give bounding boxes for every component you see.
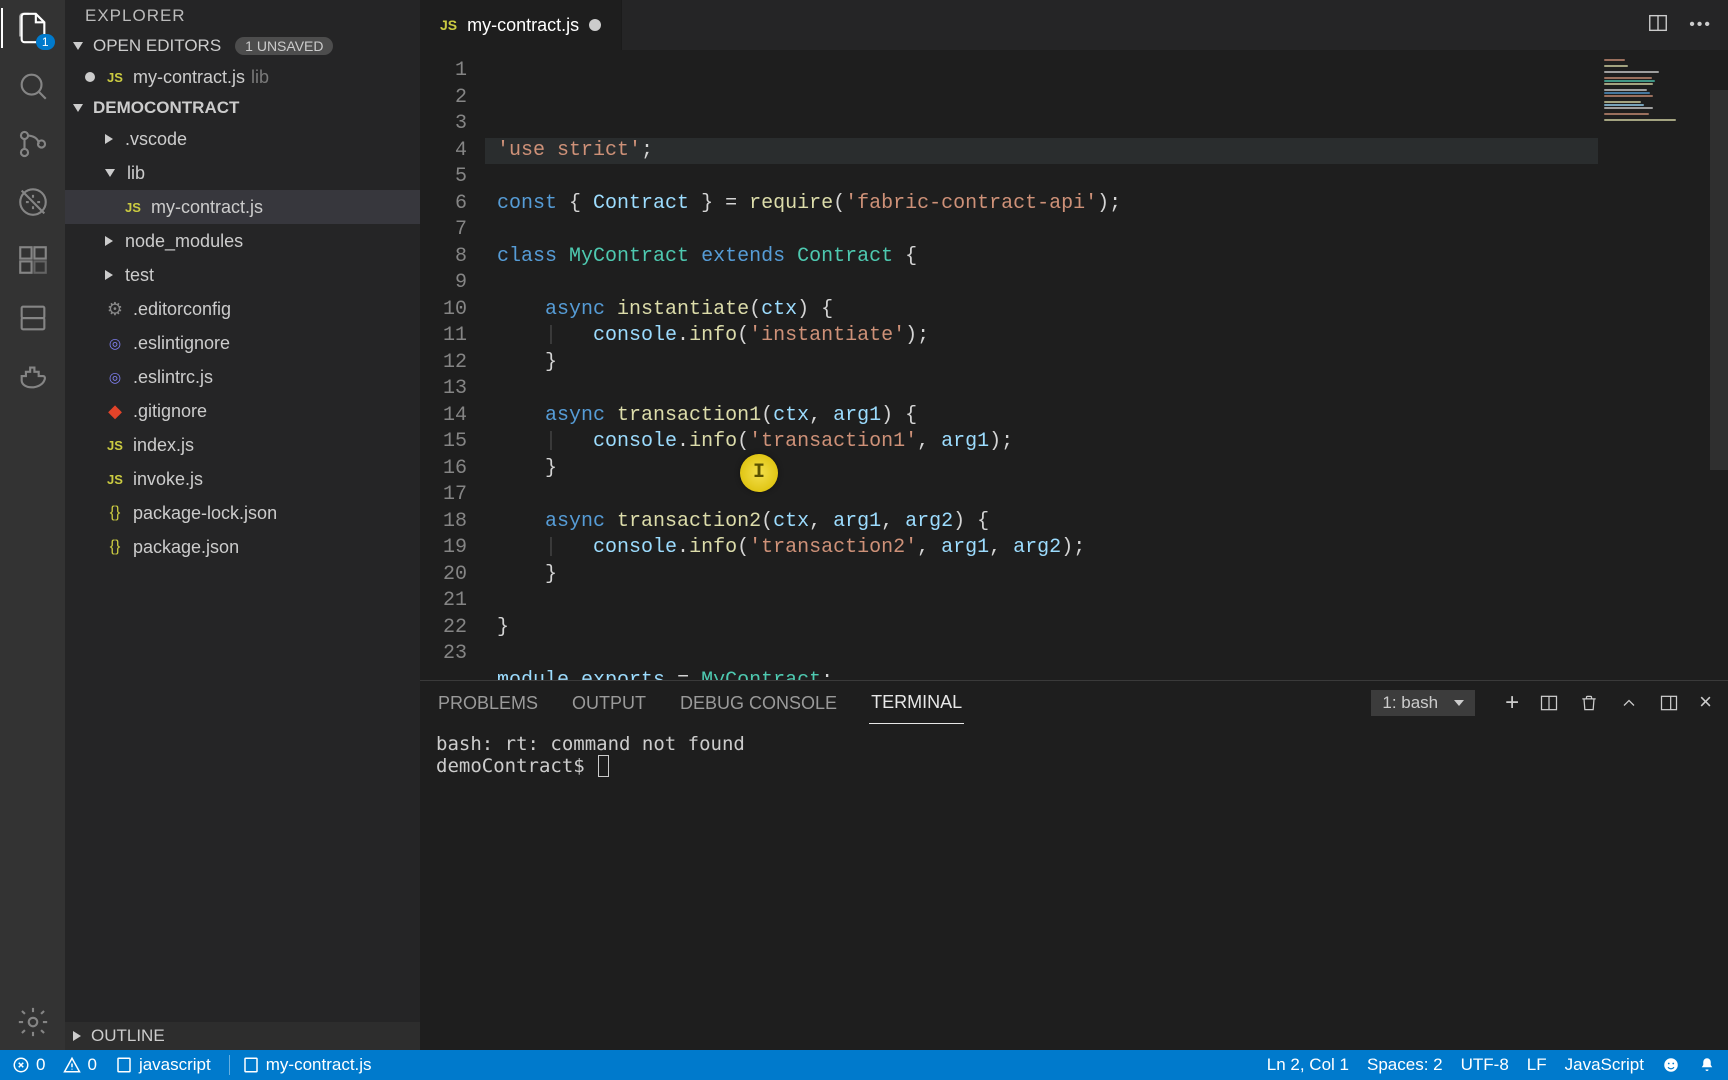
- sidebar-title: EXPLORER: [65, 0, 420, 32]
- folder-node-modules[interactable]: node_modules: [65, 224, 420, 258]
- tab-output[interactable]: OUTPUT: [570, 683, 648, 724]
- file-eslintrc[interactable]: ◎.eslintrc.js: [65, 360, 420, 394]
- move-panel-icon[interactable]: [1659, 689, 1679, 717]
- file-index[interactable]: JSindex.js: [65, 428, 420, 462]
- split-terminal-icon[interactable]: [1539, 689, 1559, 717]
- status-cursor[interactable]: Ln 2, Col 1: [1267, 1055, 1349, 1075]
- explorer-badge: 1: [36, 34, 55, 50]
- git-icon: ◆: [105, 401, 125, 422]
- project-name: DEMOCONTRACT: [93, 98, 239, 118]
- blockchain-icon[interactable]: [13, 298, 53, 338]
- unsaved-badge: 1 UNSAVED: [235, 37, 333, 55]
- open-editor-item[interactable]: JS my-contract.js lib: [65, 60, 420, 94]
- status-lang-client[interactable]: javascript: [115, 1055, 211, 1075]
- status-bar: 0 0 javascript my-contract.js Ln 2, Col …: [0, 1050, 1728, 1080]
- open-editors-header[interactable]: OPEN EDITORS 1 UNSAVED: [65, 32, 420, 60]
- bottom-panel: PROBLEMS OUTPUT DEBUG CONSOLE TERMINAL 1…: [420, 680, 1728, 1050]
- status-bell-icon[interactable]: [1698, 1056, 1716, 1074]
- sidebar: EXPLORER OPEN EDITORS 1 UNSAVED JS my-co…: [65, 0, 420, 1050]
- terminal-selector[interactable]: 1: bash: [1371, 690, 1475, 716]
- folder-lib[interactable]: lib: [65, 156, 420, 190]
- tab-problems[interactable]: PROBLEMS: [436, 683, 540, 724]
- file-invoke[interactable]: JSinvoke.js: [65, 462, 420, 496]
- status-encoding[interactable]: UTF-8: [1461, 1055, 1509, 1075]
- js-file-icon: JS: [105, 472, 125, 487]
- open-editor-filename: my-contract.js: [133, 67, 245, 87]
- folder-test[interactable]: test: [65, 258, 420, 292]
- tab-bar: JS my-contract.js •••: [420, 0, 1728, 50]
- file-editorconfig[interactable]: ⚙.editorconfig: [65, 292, 420, 326]
- eslint-icon: ◎: [105, 335, 125, 352]
- line-gutter: 1234567891011121314151617181920212223: [420, 50, 485, 680]
- outline-label: OUTLINE: [91, 1026, 165, 1046]
- status-spaces[interactable]: Spaces: 2: [1367, 1055, 1443, 1075]
- js-file-icon: JS: [440, 17, 457, 33]
- search-icon[interactable]: [13, 66, 53, 106]
- status-warnings[interactable]: 0: [63, 1055, 96, 1075]
- dirty-indicator-icon: [589, 19, 601, 31]
- js-file-icon: JS: [123, 200, 143, 215]
- outline-header[interactable]: OUTLINE: [65, 1022, 420, 1050]
- open-editors-label: OPEN EDITORS: [93, 36, 221, 56]
- code-content[interactable]: 'use strict'; const { Contract } = requi…: [485, 50, 1598, 680]
- tab-label: my-contract.js: [467, 15, 579, 36]
- split-editor-icon[interactable]: [1647, 12, 1669, 39]
- js-file-icon: JS: [105, 438, 125, 453]
- tab-debug-console[interactable]: DEBUG CONSOLE: [678, 683, 839, 724]
- gear-icon: ⚙: [105, 299, 125, 320]
- source-control-icon[interactable]: [13, 124, 53, 164]
- status-eol[interactable]: LF: [1527, 1055, 1547, 1075]
- maximize-panel-icon[interactable]: [1619, 689, 1639, 717]
- file-eslintignore[interactable]: ◎.eslintignore: [65, 326, 420, 360]
- settings-gear-icon[interactable]: [13, 1002, 53, 1042]
- editor-area: JS my-contract.js ••• 123456789101112131…: [420, 0, 1728, 1050]
- minimap[interactable]: [1598, 50, 1728, 680]
- terminal-body[interactable]: bash: rt: command not found demoContract…: [420, 725, 1728, 1050]
- file-package[interactable]: {}package.json: [65, 530, 420, 564]
- file-my-contract[interactable]: JSmy-contract.js: [65, 190, 420, 224]
- eslint-icon: ◎: [105, 369, 125, 386]
- tab-my-contract[interactable]: JS my-contract.js: [420, 0, 622, 50]
- json-file-icon: {}: [105, 538, 125, 556]
- docker-icon[interactable]: [13, 356, 53, 396]
- file-gitignore[interactable]: ◆.gitignore: [65, 394, 420, 428]
- close-panel-icon[interactable]: ×: [1699, 689, 1712, 717]
- new-terminal-icon[interactable]: +: [1505, 689, 1519, 717]
- file-package-lock[interactable]: {}package-lock.json: [65, 496, 420, 530]
- project-header[interactable]: DEMOCONTRACT: [65, 94, 420, 122]
- open-editor-dir: lib: [251, 67, 269, 87]
- explorer-icon[interactable]: 1: [13, 8, 53, 48]
- debug-icon[interactable]: [13, 182, 53, 222]
- json-file-icon: {}: [105, 504, 125, 522]
- js-file-icon: JS: [105, 70, 125, 85]
- status-feedback-icon[interactable]: [1662, 1056, 1680, 1074]
- status-errors[interactable]: 0: [12, 1055, 45, 1075]
- activity-bar: 1: [0, 0, 65, 1050]
- more-icon[interactable]: •••: [1689, 16, 1712, 34]
- dirty-indicator-icon: [85, 72, 95, 82]
- tab-terminal[interactable]: TERMINAL: [869, 682, 964, 724]
- kill-terminal-icon[interactable]: [1579, 689, 1599, 717]
- folder-vscode[interactable]: .vscode: [65, 122, 420, 156]
- code-editor[interactable]: 1234567891011121314151617181920212223 'u…: [420, 50, 1728, 680]
- status-language[interactable]: JavaScript: [1565, 1055, 1644, 1075]
- scrollbar-thumb[interactable]: [1710, 90, 1728, 470]
- status-file-path[interactable]: my-contract.js: [229, 1055, 372, 1075]
- extensions-icon[interactable]: [13, 240, 53, 280]
